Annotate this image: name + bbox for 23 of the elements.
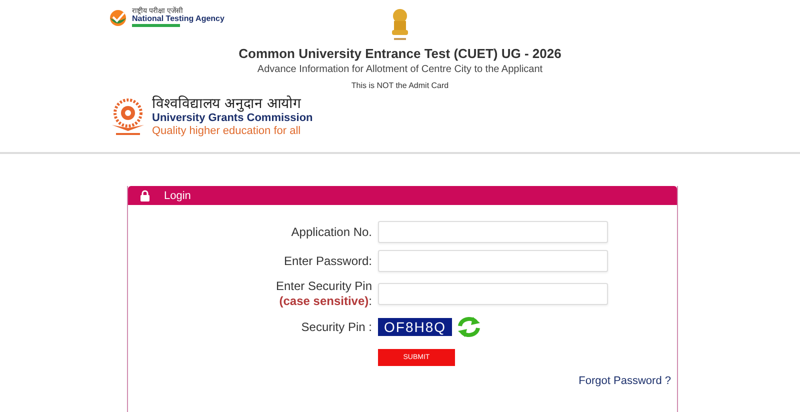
input-field[interactable]	[378, 221, 608, 243]
forgot-password-link[interactable]: Forgot Password ?	[578, 375, 671, 387]
notice-text: This is NOT the Admit Card	[351, 81, 449, 90]
captcha-code: OF8H8Q	[378, 318, 452, 336]
page-title: Common University Entrance Test (CUET) UG - 2026	[238, 46, 562, 61]
label-colon: :	[368, 294, 372, 309]
refresh-icon[interactable]	[456, 316, 482, 338]
input-field[interactable]	[378, 250, 608, 272]
agency-tagline-bar	[132, 24, 180, 27]
agency-logo-icon	[108, 8, 128, 26]
commission-name: University Grants Commission	[152, 112, 313, 125]
input-field[interactable]	[378, 283, 608, 305]
login-title: Login	[164, 190, 191, 202]
case-sensitive-note: (case sensitive)	[279, 294, 369, 309]
commission-tagline: Quality higher education for all	[152, 124, 302, 138]
field-label: Enter Password:	[284, 254, 372, 268]
page-subtitle: Advance Information for Allotment of Centre City to the Applicant	[257, 64, 543, 75]
agency-name: National Testing Agency	[132, 15, 224, 23]
commission-hindi-name: विश्वविद्यालय अनुदान आयोग	[152, 96, 302, 112]
field-label: Enter Security Pin	[276, 279, 372, 294]
field-label: Security Pin :	[301, 320, 372, 334]
lock-icon	[140, 190, 150, 202]
field-label: Application No.	[291, 224, 372, 240]
